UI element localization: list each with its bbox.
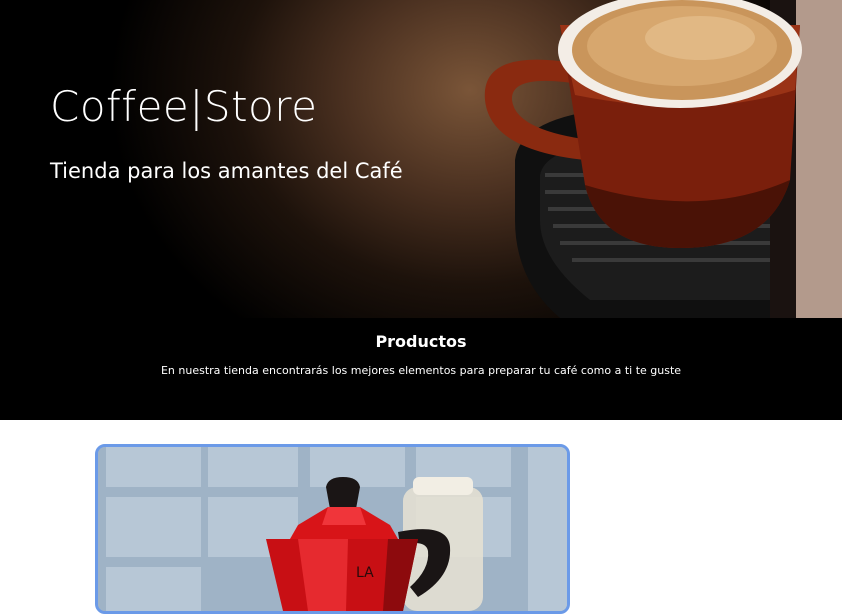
hero-banner: Coffee|Store Tienda para los amantes del…: [0, 0, 842, 318]
svg-text:LA: LA: [356, 565, 374, 581]
site-title: Coffee|Store: [50, 82, 318, 131]
products-heading: Productos: [375, 332, 467, 351]
product-card[interactable]: LA: [95, 444, 570, 614]
site-tagline: Tienda para los amantes del Café: [50, 159, 403, 183]
moka-pot-image: LA: [98, 447, 567, 611]
products-description: En nuestra tienda encontrarás los mejore…: [160, 364, 682, 377]
products-section-header: Productos En nuestra tienda encontrarás …: [0, 318, 842, 420]
